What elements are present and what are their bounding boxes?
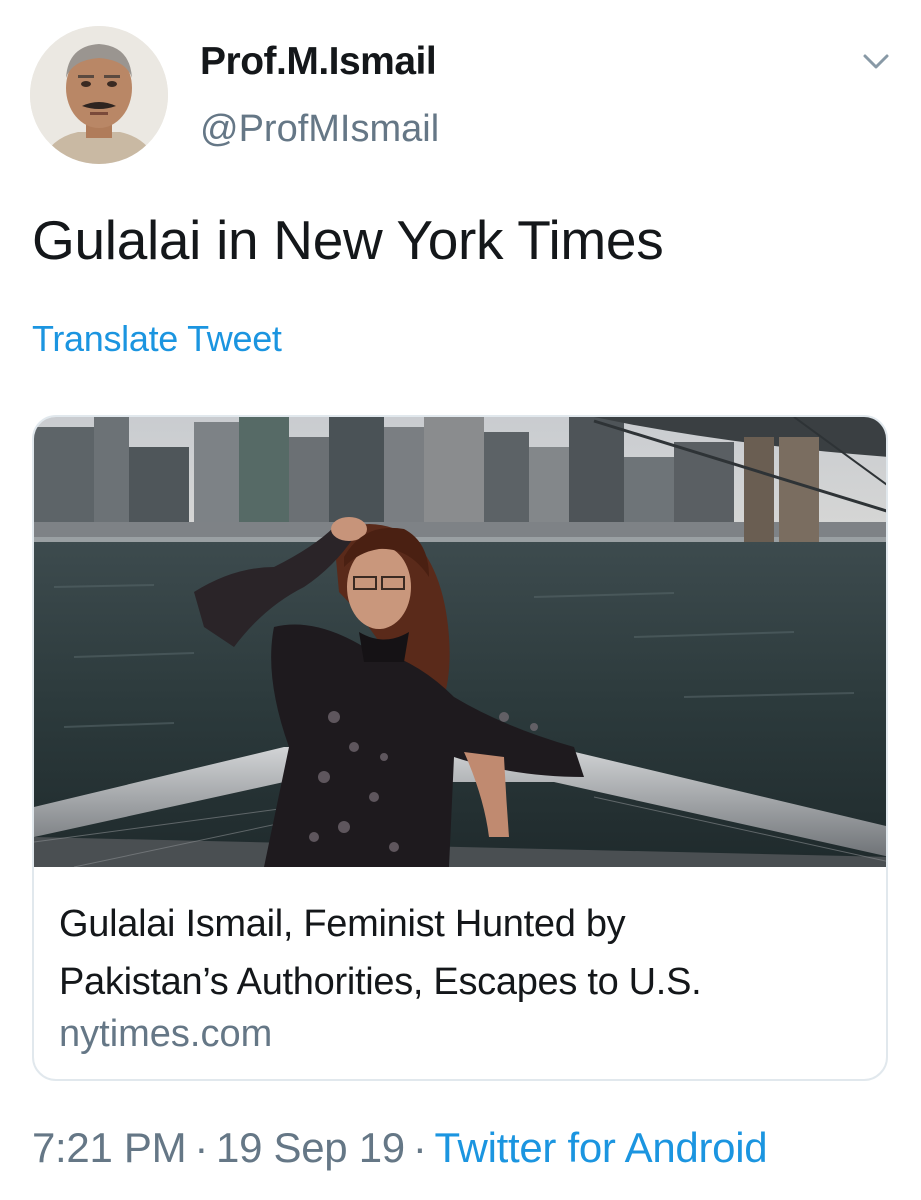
tweet-date[interactable]: 19 Sep 19 <box>216 1124 405 1171</box>
card-title-line: Pakistan’s Authorities, Escapes to U.S. <box>59 961 702 1003</box>
author-display-name[interactable]: Prof.M.Ismail <box>200 40 437 84</box>
card-domain: nytimes.com <box>59 1013 273 1055</box>
tweet-metadata: 7:21 PM · 19 Sep 19 · Twitter for Android <box>32 1124 768 1172</box>
meta-separator: · <box>412 1124 427 1171</box>
chevron-down-icon[interactable] <box>858 46 894 76</box>
meta-separator: · <box>194 1124 209 1171</box>
avatar[interactable] <box>30 26 168 164</box>
author-handle[interactable]: @ProfMIsmail <box>200 108 439 151</box>
tweet-text: Gulalai in New York Times <box>32 209 664 271</box>
card-title[interactable]: Gulalai Ismail, Feminist Hunted by Pakis… <box>59 895 859 1011</box>
tweet-source-link[interactable]: Twitter for Android <box>435 1124 768 1171</box>
card-image[interactable] <box>34 417 886 867</box>
link-card[interactable]: Gulalai Ismail, Feminist Hunted by Pakis… <box>32 415 888 1081</box>
translate-tweet-link[interactable]: Translate Tweet <box>32 318 282 360</box>
card-title-line: Gulalai Ismail, Feminist Hunted by <box>59 903 626 945</box>
tweet-time[interactable]: 7:21 PM <box>32 1124 187 1171</box>
tweet[interactable]: Prof.M.Ismail @ProfMIsmail Gulalai in Ne… <box>0 0 921 1200</box>
